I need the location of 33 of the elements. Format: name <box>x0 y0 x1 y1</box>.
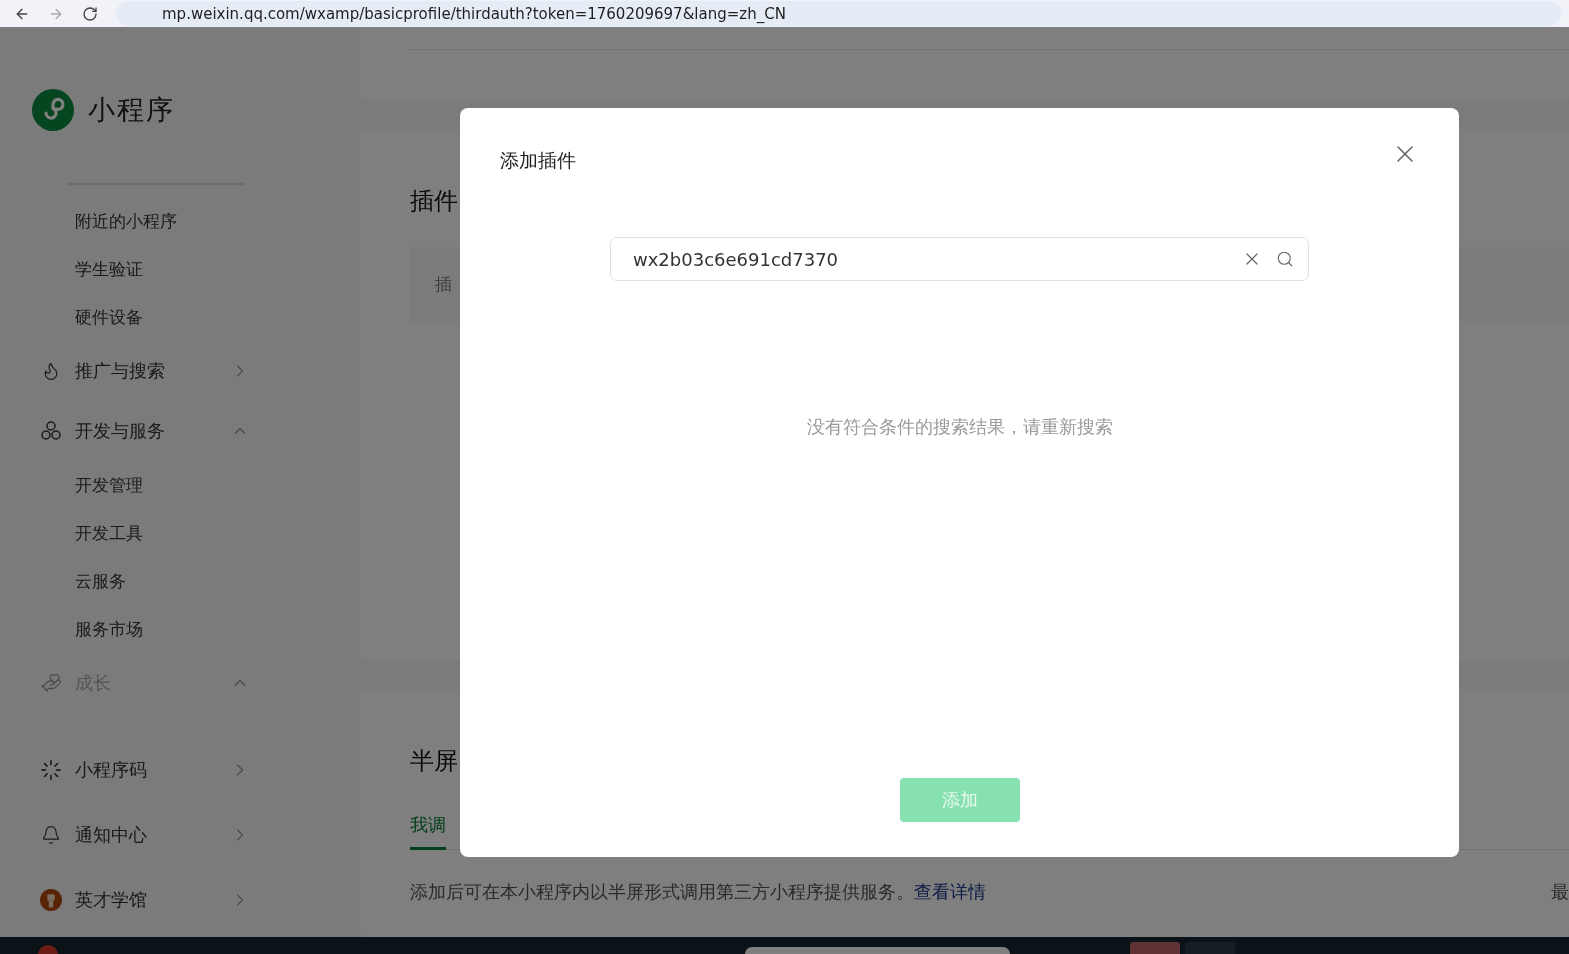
reload-icon[interactable] <box>82 5 98 22</box>
sidebar-item[interactable]: 附近的小程序 <box>75 209 177 233</box>
column-text: 最 <box>1551 880 1569 904</box>
notice-text: 插 <box>435 273 452 296</box>
logo-icon <box>32 89 74 131</box>
bell-icon <box>41 824 61 845</box>
circles-icon <box>40 420 62 442</box>
sidebar-item[interactable]: 开发管理 <box>75 473 143 497</box>
address-bar[interactable]: mp.weixin.qq.com/wxamp/basicprofile/thirdauth?token=1760209697&lang=zh_CN <box>116 1 1562 26</box>
sidebar-item[interactable]: 云服务 <box>75 569 126 593</box>
sidebar-group[interactable]: 开发与服务 <box>75 419 230 443</box>
search-icon[interactable] <box>1276 250 1294 268</box>
sidebar-item[interactable]: 服务市场 <box>75 617 143 641</box>
app-icon[interactable] <box>1130 942 1180 954</box>
description-text: 添加后可在本小程序内以半屏形式调用第三方小程序提供服务。 <box>410 881 914 902</box>
sidebar-item[interactable]: 英才学馆 <box>75 887 230 912</box>
search-field[interactable]: wx2b03c6e691cd7370 <box>610 237 1309 281</box>
dialog-title: 添加插件 <box>500 148 576 173</box>
tab[interactable]: 我调 <box>410 813 446 850</box>
sidebar-item[interactable]: 小程序码 <box>75 757 230 782</box>
logo-title: 小程序 <box>88 93 175 127</box>
section-title: 插件 <box>410 186 459 217</box>
search-input[interactable]: wx2b03c6e691cd7370 <box>631 247 1228 271</box>
section-title: 半屏 <box>410 746 459 777</box>
sidebar-item[interactable]: 硬件设备 <box>75 305 143 329</box>
sidebar-group[interactable]: 推广与搜索 <box>75 359 230 383</box>
sidebar-item[interactable]: 通知中心 <box>75 822 230 847</box>
sidebar-item[interactable]: 学生验证 <box>75 257 143 281</box>
sidebar-item[interactable]: 开发工具 <box>75 521 143 545</box>
empty-message: 没有符合条件的搜索结果，请重新搜索 <box>806 415 1113 439</box>
sparkle-icon <box>40 758 62 781</box>
details-link[interactable]: 查看详情 <box>914 881 986 902</box>
hand-heart-icon <box>40 672 62 694</box>
